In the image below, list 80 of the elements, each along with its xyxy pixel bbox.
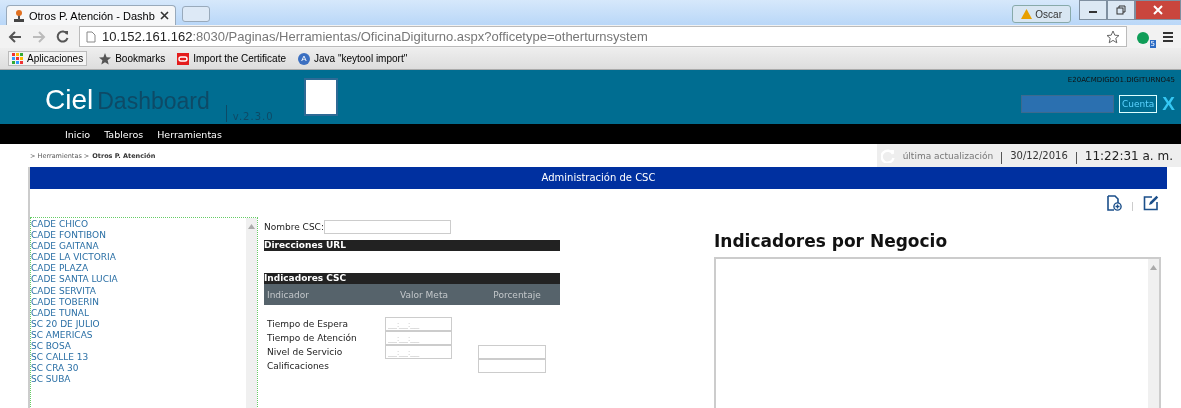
office-item[interactable]: CADE CHICO bbox=[31, 219, 246, 231]
name-field[interactable] bbox=[323, 220, 451, 234]
close-window-button[interactable] bbox=[1135, 0, 1181, 20]
office-item[interactable]: CADE SERVITA bbox=[31, 285, 246, 297]
scroll-up-icon bbox=[1150, 265, 1157, 270]
time-field[interactable]: __:__:__ bbox=[385, 345, 452, 359]
last-update-label: última actualización bbox=[902, 150, 994, 161]
panel-title-bar: Administración de CSC bbox=[30, 167, 1167, 189]
minimize-button[interactable] bbox=[1079, 0, 1107, 20]
office-item[interactable]: SC CALLE 13 bbox=[31, 352, 246, 364]
office-item[interactable]: SC AMERICAS bbox=[31, 329, 246, 342]
date-text: 30/12/2016 bbox=[1010, 150, 1068, 161]
office-item[interactable]: SC BOSA bbox=[31, 341, 246, 353]
dot-icon bbox=[1137, 31, 1149, 44]
scrollbar[interactable] bbox=[246, 218, 257, 408]
office-item[interactable]: SC CRA 30 bbox=[31, 363, 246, 375]
account-button[interactable]: Cuenta bbox=[1119, 95, 1158, 113]
account-field[interactable] bbox=[1021, 95, 1115, 113]
office-list[interactable]: CADE CHICO CADE FONTIBON CADE GAITANA CADE LA VICTORIA CADE PLAZA CADE SANTA LUCIA CADE SERVITA CADE TOBERIN CADE TUNAL SC 20 DE JULIO SC AMERICAS SC BOSA SC CALLE 13 SC CRA 30 SC SUBA bbox=[30, 217, 258, 408]
indicator-label: Tiempo de Atención bbox=[267, 333, 358, 343]
indicator-label: Calificaciones bbox=[267, 361, 330, 371]
edit-button[interactable] bbox=[1143, 195, 1159, 211]
profile-button[interactable]: Oscar bbox=[1012, 5, 1071, 23]
joystick-icon bbox=[13, 8, 25, 23]
url-text: 10.152.161.162:8030/Paginas/Herramientas/OficinaDigiturno.aspx?officetype=otherturnsystem bbox=[102, 29, 648, 44]
logo-placeholder bbox=[303, 78, 338, 116]
edit-icon bbox=[1143, 195, 1159, 211]
bookmark-link[interactable]: A Java "keytool import" bbox=[298, 52, 408, 65]
address-field[interactable]: 10.152.161.162:8030/Paginas/Herramientas/OficinaDigiturno.aspx?officetype=otherturnsystem bbox=[79, 26, 1127, 47]
time-text: 11:22:31 a. m. bbox=[1084, 148, 1173, 163]
oracle-icon bbox=[177, 52, 190, 65]
office-item[interactable]: CADE PLAZA bbox=[31, 263, 246, 275]
field-label: Nombre CSC: bbox=[264, 222, 324, 232]
column-header: Indicador bbox=[266, 289, 310, 300]
time-field[interactable]: __:__:__ bbox=[385, 317, 452, 331]
nav-link[interactable]: Tableros bbox=[104, 128, 144, 140]
section-title: Indicadores por Negocio bbox=[714, 231, 949, 251]
close-icon bbox=[160, 11, 169, 20]
section-header: Indicadores CSC bbox=[264, 273, 560, 284]
office-item[interactable]: CADE SANTA LUCIA bbox=[31, 274, 246, 286]
bookmark-link[interactable]: Aplicaciones bbox=[8, 51, 88, 66]
time-field[interactable]: __:__:__ bbox=[385, 331, 452, 345]
section-header: Direcciones URL bbox=[264, 240, 560, 251]
office-item[interactable]: SC SUBA bbox=[31, 374, 246, 386]
office-item[interactable]: CADE FONTIBON bbox=[31, 230, 246, 242]
indicator-label: Tiempo de Espera bbox=[267, 319, 350, 329]
add-document-icon bbox=[1106, 195, 1122, 211]
office-item[interactable]: CADE TUNAL bbox=[31, 307, 246, 319]
restore-icon bbox=[1116, 5, 1126, 15]
office-item[interactable]: SC 20 DE JULIO bbox=[31, 318, 246, 330]
bookmark-link[interactable]: Import the Certificate bbox=[177, 52, 286, 65]
warning-icon bbox=[1021, 9, 1033, 19]
star-icon bbox=[99, 52, 112, 65]
brand-name: Ciel bbox=[45, 84, 94, 116]
percent-field[interactable] bbox=[478, 345, 546, 359]
letter-icon: A bbox=[298, 52, 310, 65]
browser-tab[interactable]: Otros P. Atención - Dashb bbox=[6, 5, 176, 25]
apps-grid-icon bbox=[12, 53, 23, 64]
logout-button[interactable]: X bbox=[1162, 93, 1175, 115]
column-header: Porcentaje bbox=[492, 289, 542, 300]
nav-link[interactable]: Herramientas bbox=[157, 128, 222, 140]
office-item[interactable]: CADE LA VICTORIA bbox=[31, 252, 246, 264]
office-item[interactable]: CADE GAITANA bbox=[31, 241, 246, 253]
star-icon bbox=[1106, 29, 1120, 44]
nav-link[interactable]: Inicio bbox=[65, 128, 91, 140]
close-icon bbox=[1153, 5, 1163, 15]
new-tab-button[interactable] bbox=[182, 6, 210, 22]
bookmark-link[interactable]: Bookmarks bbox=[99, 52, 166, 65]
page-icon bbox=[86, 30, 96, 43]
reload-icon bbox=[56, 30, 69, 43]
menu-icon bbox=[1163, 31, 1173, 42]
indicator-label: Nivel de Servicio bbox=[267, 347, 344, 357]
percent-field[interactable] bbox=[478, 359, 546, 373]
forward-icon bbox=[32, 30, 46, 43]
office-item[interactable]: CADE TOBERIN bbox=[31, 296, 246, 308]
column-header: Valor Meta bbox=[399, 289, 449, 300]
scrollbar[interactable] bbox=[1148, 259, 1159, 408]
scroll-up-icon bbox=[248, 224, 255, 229]
add-document-button[interactable] bbox=[1106, 195, 1122, 211]
back-icon bbox=[8, 30, 22, 43]
